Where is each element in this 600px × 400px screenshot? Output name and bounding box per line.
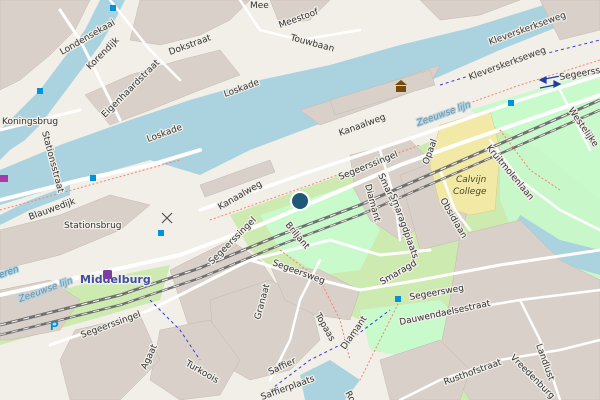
label-college-line1: Calvijn (456, 175, 487, 185)
bus-stop-icon[interactable] (90, 175, 96, 181)
label-koningsbrug: Koningsbrug (2, 117, 58, 127)
label-city-middelburg: Middelburg (80, 273, 151, 286)
label-mee: Mee (250, 1, 269, 11)
map-canvas[interactable]: Londensekaai Korendijk Dokstraat Eigenha… (0, 0, 600, 400)
bus-stop-icon[interactable] (158, 230, 164, 236)
bus-stop-icon[interactable] (37, 88, 43, 94)
bus-stop-icon[interactable] (508, 100, 514, 106)
train-station-icon[interactable] (103, 270, 112, 279)
book-icon[interactable] (0, 175, 8, 182)
parking-icon[interactable]: P (50, 318, 59, 333)
label-college-line2: College (453, 187, 487, 197)
map-view[interactable]: Londensekaai Korendijk Dokstraat Eigenha… (0, 0, 600, 400)
location-marker-icon[interactable] (290, 191, 310, 211)
bus-stop-icon[interactable] (395, 296, 401, 302)
label-stationsbrug: Stationsbrug (64, 221, 122, 231)
bus-stop-icon[interactable] (110, 5, 116, 11)
